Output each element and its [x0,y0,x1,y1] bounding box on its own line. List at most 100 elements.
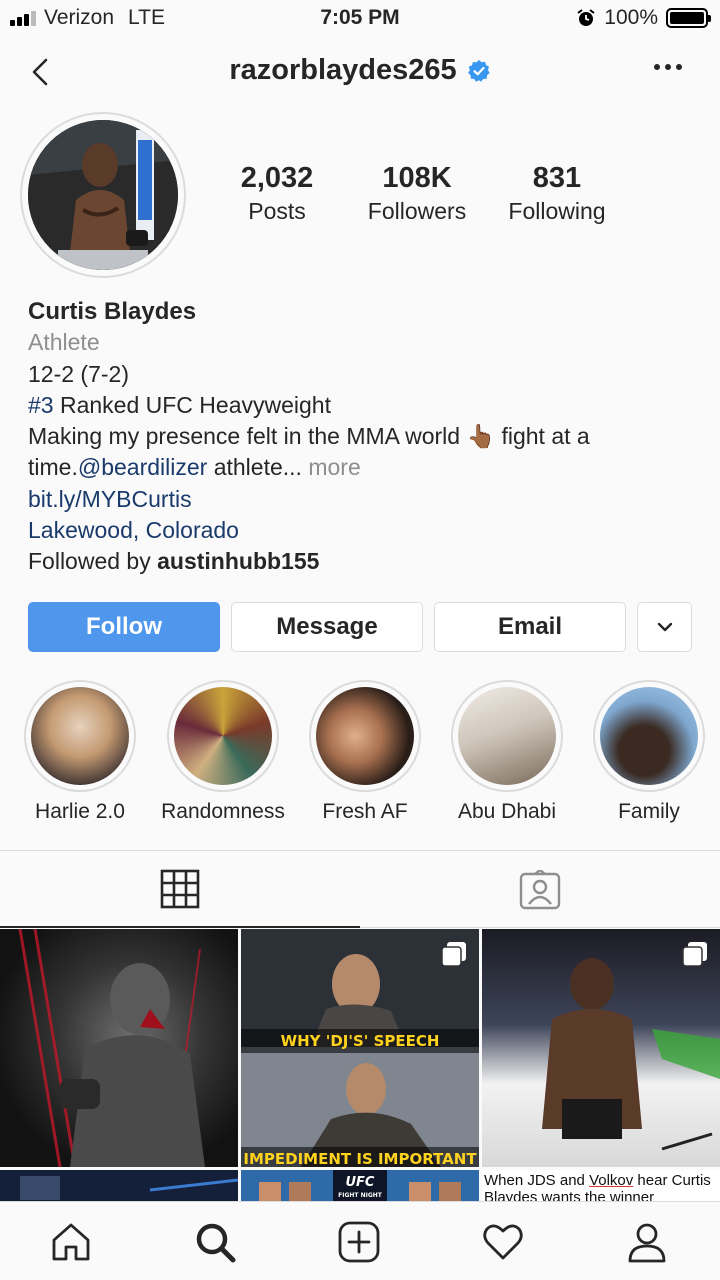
heart-icon [483,1224,523,1260]
highlight-item[interactable]: Fresh AF [294,680,436,824]
website-link[interactable]: bit.ly/MYBCurtis [28,484,698,515]
multiple-posts-icon [682,942,707,967]
highlight-item[interactable]: Randomness [152,680,294,824]
post6-text-a: When JDS and [484,1172,590,1189]
hashtag-link[interactable]: #3 [28,392,54,418]
highlight-label: Harlie 2.0 [35,800,125,823]
avatar-photo [28,120,178,270]
bio-line-record: 12-2 (7-2) [28,360,129,387]
search-icon [196,1223,236,1263]
highlight-ring [24,680,136,792]
dot-icon [665,64,671,70]
bio-line-ranking: #3 Ranked UFC Heavyweight [28,390,698,421]
followers-label: Followers [367,198,467,224]
post-image [18,929,205,1167]
nav-activity[interactable] [481,1220,525,1264]
profile-avatar-ring[interactable] [20,112,186,278]
post-caption-bottom: IMPEDIMENT IS IMPORTANT [241,1147,479,1167]
category-label: Athlete [28,329,100,356]
profile-icon [628,1223,666,1263]
following-stat[interactable]: 831 Following [487,162,627,225]
add-post-icon [338,1221,380,1263]
highlight-label: Randomness [161,800,285,823]
bio-ranking-text: Ranked UFC Heavyweight [53,391,331,418]
nav-search[interactable] [193,1220,237,1264]
bio-more-link[interactable]: more [308,454,360,480]
posts-stat[interactable]: 2,032 Posts [207,162,347,225]
status-bar: Verizon LTE 7:05 PM 100% [0,0,720,38]
email-button[interactable]: Email [434,602,626,652]
profile-header: razorblaydes265 [0,40,720,106]
highlight-item[interactable]: Harlie 2.0 [9,680,151,824]
post-caption-top: WHY 'DJ'S' SPEECH [241,1029,479,1053]
highlight-ring [451,680,563,792]
dot-icon [654,64,660,70]
tab-grid[interactable] [0,851,360,928]
followed-by[interactable]: Followed by austinhubb155 [28,546,698,577]
highlight-item[interactable]: Abu Dhabi [436,680,578,824]
suggested-dropdown-button[interactable] [637,602,692,652]
followers-count: 108K [382,162,452,194]
post-image [0,1170,238,1201]
status-right: 100% [576,6,711,30]
highlight-cover [458,687,556,785]
following-count: 831 [532,162,582,194]
highlight-cover [316,687,414,785]
nav-home[interactable] [49,1220,93,1264]
tagged-person-icon [519,869,561,909]
posts-count: 2,032 [240,162,314,194]
mention-link[interactable]: @beardilizer [78,454,207,480]
post6-text-underline: Volkov [589,1172,634,1189]
profile-bio: Curtis Blaydes Athlete 12-2 (7-2) #3 Ran… [28,296,698,578]
post-image: UFC FIGHT NIGHT [241,1170,479,1201]
posts-grid: WHY 'DJ'S' SPEECH IMPEDIMENT IS IMPORTAN… [0,929,720,1201]
followers-stat[interactable]: 108K Followers [347,162,487,225]
highlight-ring [593,680,705,792]
battery-icon [666,8,711,28]
highlight-label: Fresh AF [322,800,408,823]
highlight-cover [600,687,698,785]
fight-night-text: FIGHT NIGHT [338,1192,383,1199]
highlight-cover [174,687,272,785]
bottom-navigation [0,1201,720,1280]
posts-label: Posts [248,198,306,224]
multiple-posts-icon [441,942,466,967]
nav-add-post[interactable] [337,1220,381,1264]
profile-stats: 2,032 Posts 108K Followers 831 Following [207,162,627,225]
highlight-label: Family [618,800,680,823]
highlight-item[interactable]: Family [578,680,720,824]
tab-tagged[interactable] [360,851,720,928]
nav-profile[interactable] [625,1220,669,1264]
verified-badge-icon [467,59,490,82]
post-thumbnail[interactable] [0,1170,238,1201]
bio-line-description: Making my presence felt in the MMA world… [28,421,698,484]
highlight-cover [31,687,129,785]
more-options-button[interactable] [654,64,682,70]
story-highlights: Harlie 2.0 Randomness Fresh AF Abu Dhabi… [0,680,720,830]
ufc-logo-text: UFC [346,1175,375,1190]
post-thumbnail[interactable] [0,929,238,1167]
profile-tabs [0,850,720,928]
followed-by-user: austinhubb155 [157,548,320,575]
post-thumbnail[interactable]: When JDS and Volkov hear Curtis Blaydes … [482,1170,720,1201]
display-name: Curtis Blaydes [28,298,197,325]
highlight-ring [309,680,421,792]
profile-avatar [28,120,178,270]
post-thumbnail[interactable] [482,929,720,1167]
following-label: Following [508,198,606,224]
bio-description-rest: athlete... [207,454,302,481]
username-title: razorblaydes265 [229,54,457,86]
post-thumbnail[interactable]: WHY 'DJ'S' SPEECH IMPEDIMENT IS IMPORTAN… [241,929,479,1167]
battery-percent: 100% [604,6,658,29]
home-icon [52,1223,90,1261]
followed-by-prefix: Followed by [28,548,158,575]
follow-button[interactable]: Follow [28,602,220,652]
highlight-ring [167,680,279,792]
dot-icon [676,64,682,70]
post-text-caption: When JDS and Volkov hear Curtis Blaydes … [482,1170,720,1201]
post-thumbnail[interactable]: UFC FIGHT NIGHT [241,1170,479,1201]
message-button[interactable]: Message [231,602,423,652]
chevron-down-icon [657,622,672,632]
location-link[interactable]: Lakewood, Colorado [28,515,698,546]
highlight-label: Abu Dhabi [457,800,557,823]
